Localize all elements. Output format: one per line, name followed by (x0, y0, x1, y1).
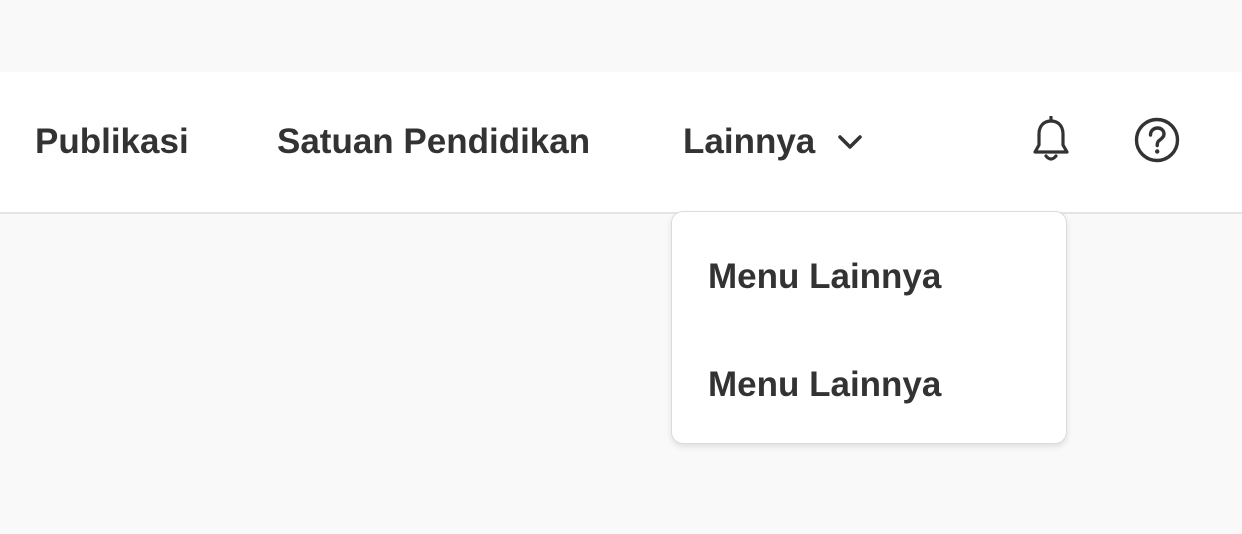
dropdown-menu-item-label: Menu Lainnya (708, 257, 942, 296)
nav-item-lainnya-dropdown[interactable]: Lainnya (683, 72, 865, 212)
dropdown-menu-item-label: Menu Lainnya (708, 365, 942, 404)
nav-item-label: Satuan Pendidikan (277, 122, 591, 161)
top-navbar: Publikasi Satuan Pendidikan Lainnya (0, 72, 1242, 214)
nav-item-label: Lainnya (683, 122, 816, 161)
lainnya-dropdown-menu: Menu Lainnya Menu Lainnya (671, 211, 1067, 444)
bell-icon (1031, 114, 1071, 169)
nav-item-label: Publikasi (35, 122, 189, 161)
help-button[interactable] (1132, 117, 1182, 167)
help-circle-icon (1133, 116, 1181, 169)
chevron-down-icon (835, 127, 865, 157)
nav-item-publikasi[interactable]: Publikasi (35, 72, 189, 212)
dropdown-menu-item[interactable]: Menu Lainnya (708, 355, 941, 415)
notifications-button[interactable] (1026, 114, 1076, 169)
nav-item-satuan-pendidikan[interactable]: Satuan Pendidikan (277, 72, 590, 212)
dropdown-menu-item[interactable]: Menu Lainnya (708, 247, 941, 307)
